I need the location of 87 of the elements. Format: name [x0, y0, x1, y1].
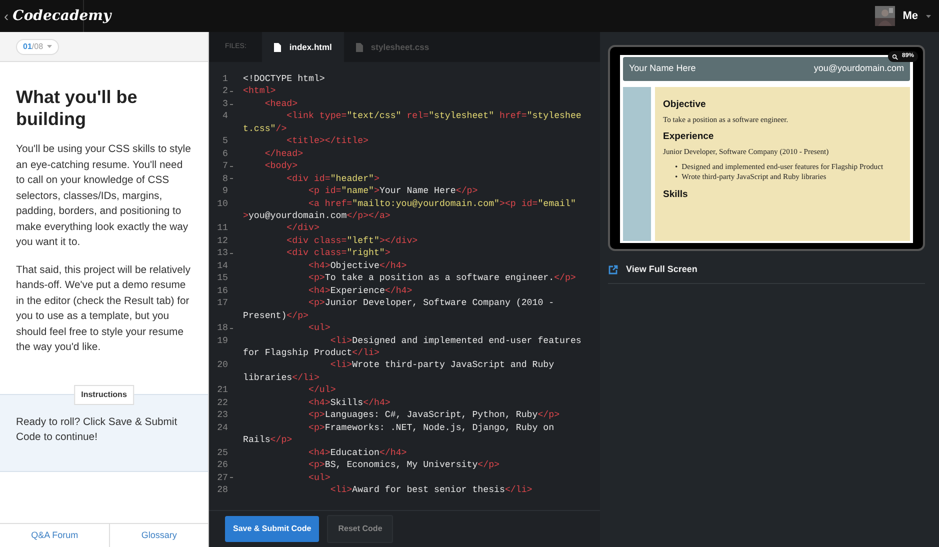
line-number: 4 [222, 110, 228, 123]
line-number: 18 [217, 322, 228, 335]
line-number: 6 [222, 148, 228, 160]
file-icon [274, 42, 282, 52]
line-number: 7 [222, 160, 228, 173]
search-icon [892, 54, 898, 60]
line-number: 3 [222, 98, 228, 110]
resume-heading: Skills [663, 188, 689, 202]
line-number: 11 [217, 222, 228, 235]
instructions-label: Instructions [74, 384, 134, 404]
code-line: for Flagship Product</li> [242, 346, 380, 360]
external-link-icon [608, 264, 618, 275]
instructions-text: Ready to roll? Click Save & Submit Code to continue! [15, 416, 178, 445]
code-line: <!DOCTYPE html> [242, 73, 325, 86]
code-line: <div class="right"> [286, 247, 390, 260]
back-link[interactable]: ‹ [4, 6, 9, 26]
code-line: <p>Frameworks: .NET, Node.js, Django, Ruby on [307, 422, 554, 434]
code-line: t.css"/> [242, 122, 287, 136]
code-line: <p>To take a position as a software engineer.</p> [307, 272, 576, 285]
line-number: 10 [217, 198, 228, 210]
resume-name: Your Name Here [629, 62, 696, 75]
code-line: <html> [242, 85, 276, 98]
code-line: <h4>Experience</h4> [307, 284, 412, 298]
code-line: <p>Junior Developer, Software Company (2010 - [307, 297, 554, 310]
code-line: libraries</li> [242, 372, 320, 384]
code-line: <ul> [307, 322, 330, 335]
code-line: </head> [264, 148, 304, 160]
footer-link[interactable]: Q&A Forum [31, 528, 78, 542]
line-number: 13 [217, 247, 228, 260]
code-line: Rails</p> [242, 434, 292, 447]
line-number: 17 [217, 297, 228, 310]
code-line: <h4>Education</h4> [307, 446, 407, 460]
line-number: 28 [217, 484, 228, 496]
file-tab[interactable]: index.html [262, 32, 344, 62]
resume-heading: Experience [663, 130, 715, 144]
line-number: 8 [222, 172, 228, 186]
line-number: 20 [217, 359, 228, 372]
paragraph: That said, this project will be relatively hands-off. We've put a demo resume in the editor (check the Result tab) for you to use as a template, but you should feel free to style your resume the way you'd like. [16, 264, 192, 355]
code-line: <a href="mailto:you@yourdomain.com"><p id="email" [307, 198, 576, 210]
line-number: 14 [217, 260, 228, 272]
code-line: <p>BS, Economics, My University</p> [307, 459, 500, 472]
user-menu[interactable]: Me [902, 8, 918, 24]
code-line: <h4>Objective</h4> [307, 260, 407, 272]
caret-icon [926, 14, 931, 18]
code-line: <li>Wrote third-party JavaScript and Ruby [329, 359, 554, 372]
line-number: 15 [217, 272, 228, 285]
code-line: <head> [264, 98, 298, 110]
resume-heading: Objective [663, 98, 707, 112]
submit-button[interactable]: Save & Submit Code [225, 516, 320, 542]
line-number: 22 [217, 396, 228, 410]
line-number: 2 [222, 85, 228, 98]
code-line: <li>Award for best senior thesis</li> [329, 484, 532, 496]
line-number: 26 [217, 459, 228, 472]
line-number: 12 [217, 234, 228, 248]
code-line: <link type="text/css" rel="stylesheet" href="styleshee [286, 110, 582, 123]
paragraph: You'll be using your CSS skills to style an eye-catching resume. You'll need to call on your knowledge of CSS selectors, classes/IDs, margins, padding, borders, and positioning to make everything look exactly the way you want it to. [16, 143, 192, 250]
code-line: </div> [286, 222, 320, 235]
line-number: 23 [217, 409, 228, 422]
line-number: 24 [217, 422, 228, 434]
code-line: <ul> [307, 472, 330, 484]
line-number: 5 [222, 135, 228, 148]
code-line: <p id="name">Your Name Here</p> [307, 185, 478, 198]
code-line: <title></title> [286, 135, 369, 148]
code-line: <p>Languages: C#, JavaScript, Python, Ruby</p> [307, 409, 560, 422]
logo[interactable]: Codecademy [12, 6, 112, 26]
line-number: 25 [217, 446, 228, 460]
code-line: </ul> [307, 384, 336, 397]
footer-link[interactable]: Glossary [141, 528, 177, 542]
line-number: 19 [217, 334, 228, 347]
lesson-title: What you'll be building [16, 86, 138, 130]
code-line: <li>Designed and implemented end-user features [329, 334, 582, 347]
line-number: 27 [217, 472, 228, 484]
line-number: 16 [217, 284, 228, 298]
line-number: 1 [222, 73, 228, 86]
reset-button[interactable]: Reset Code [327, 515, 394, 543]
caret-icon [47, 45, 52, 48]
code-line: <body> [264, 160, 298, 173]
file-icon [356, 42, 363, 52]
code-line: <h4>Skills</h4> [307, 396, 390, 410]
resume-email: you@yourdomain.com [814, 62, 904, 75]
line-number: 21 [217, 384, 228, 397]
code-line: Present)</p> [242, 310, 309, 322]
line-number: 9 [222, 185, 228, 198]
view-full-screen-link[interactable]: View Full Screen [626, 263, 698, 276]
code-line: <div class="left"></div> [286, 234, 418, 248]
code-line: >you@yourdomain.com</p></a> [242, 210, 390, 222]
code-line: <div id="header"> [286, 172, 380, 186]
